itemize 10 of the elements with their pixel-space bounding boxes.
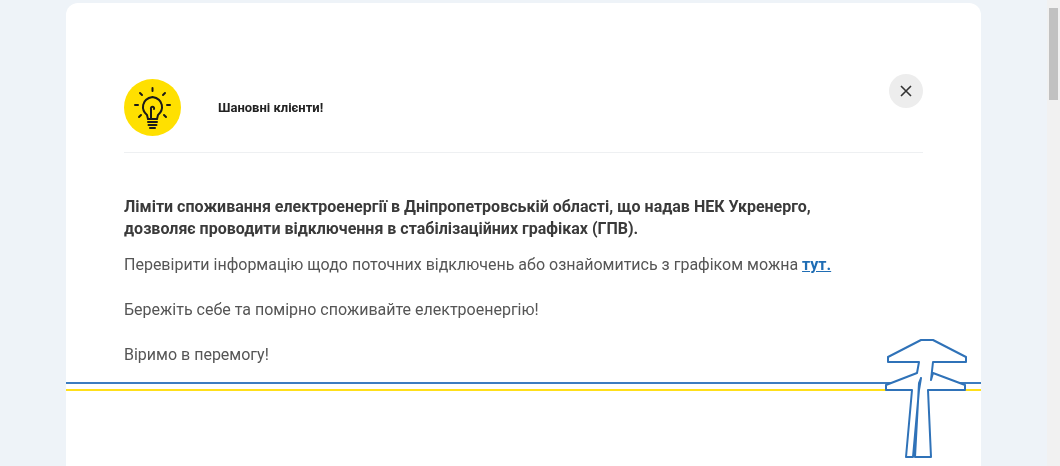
notice-lead-text: Ліміти споживання електроенергії в Дніпропетровській області, що надав НЕК Укренерго, дозволяє проводити відключення в стабілізаційних графіках (ГПВ). <box>124 196 812 240</box>
scrollbar[interactable] <box>1047 0 1060 466</box>
dialog-title: Шановні клієнти! <box>218 98 324 117</box>
lightbulb-icon <box>124 79 181 136</box>
info-text: Перевірити інформацію щодо поточних відключень або ознайомитись з графіком можна тут. <box>124 254 833 276</box>
close-icon <box>900 84 912 97</box>
close-button[interactable] <box>889 73 923 108</box>
care-text: Бережіть себе та помірно споживайте електроенергію! <box>124 299 540 321</box>
closing-text: Віримо в перемогу! <box>124 344 270 366</box>
info-link[interactable]: тут. <box>802 255 832 274</box>
